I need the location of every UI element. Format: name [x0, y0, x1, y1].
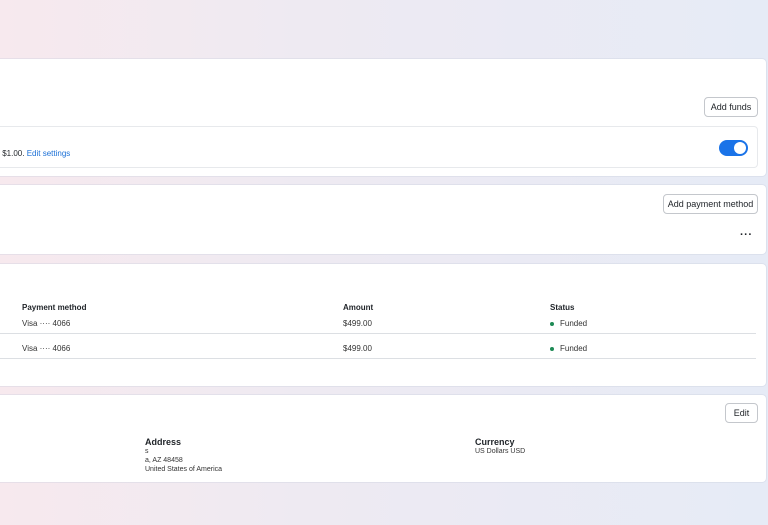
transactions-card: Payment method Amount Status Visa ···· 4… [0, 264, 766, 386]
auto-recharge-panel: y $1.00. Edit settings [0, 126, 758, 168]
column-header-status: Status [550, 303, 575, 312]
amount-cell: $499.00 [343, 344, 372, 353]
currency-value: US Dollars USD [475, 448, 526, 455]
status-cell: Funded [550, 319, 587, 328]
status-label: Funded [560, 319, 588, 328]
add-payment-method-button[interactable]: Add payment method [663, 194, 758, 214]
more-options-icon[interactable]: ··· [740, 229, 753, 241]
status-dot-icon [550, 346, 554, 351]
funds-card: Add funds y $1.00. Edit settings [0, 59, 766, 176]
payment-method-cell: Visa ···· 4066 [22, 344, 71, 353]
payment-methods-card: Add payment method ··· [0, 185, 766, 254]
edit-settings-link[interactable]: Edit settings [27, 149, 71, 158]
payment-method-cell: Visa ···· 4066 [22, 319, 71, 328]
add-funds-button[interactable]: Add funds [704, 97, 758, 117]
toggle-knob [734, 142, 746, 154]
currency-label: Currency [475, 437, 515, 447]
address-line: s [145, 448, 149, 455]
status-cell: Funded [550, 344, 587, 353]
auto-recharge-text: y $1.00. Edit settings [0, 149, 70, 158]
edit-button[interactable]: Edit [725, 403, 758, 423]
auto-recharge-toggle[interactable] [719, 140, 748, 156]
address-line: a, AZ 48458 [145, 457, 183, 464]
status-dot-icon [550, 321, 554, 326]
column-header-payment-method: Payment method [22, 303, 87, 312]
row-divider [0, 358, 756, 359]
billing-card: Edit Address s a, AZ 48458 United States… [0, 395, 766, 482]
amount-cell: $499.00 [343, 319, 372, 328]
column-header-amount: Amount [343, 303, 374, 312]
status-label: Funded [560, 344, 588, 353]
row-divider [0, 333, 756, 334]
address-line: United States of America [145, 466, 223, 473]
auto-recharge-amount: y $1.00. [0, 149, 25, 158]
address-label: Address [145, 437, 182, 447]
